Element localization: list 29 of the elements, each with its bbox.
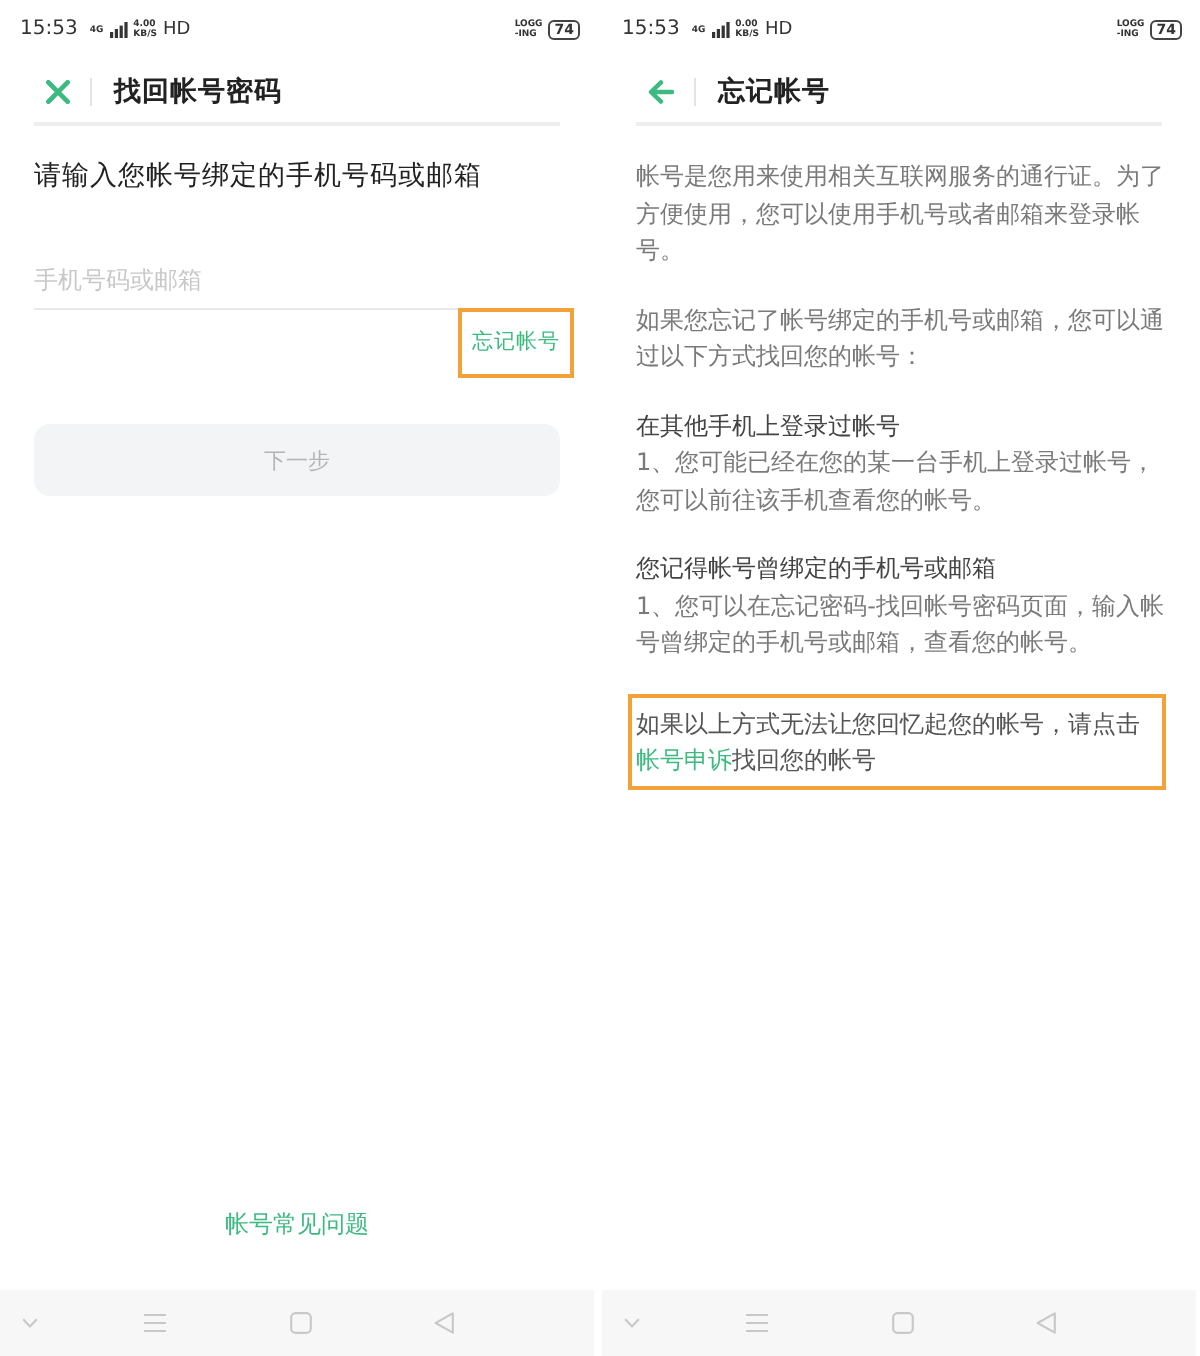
chevron-down-icon[interactable] xyxy=(22,1318,38,1328)
info-paragraph: 如果您忘记了帐号绑定的手机号或邮箱，您可以通过以下方式找回您的帐号： xyxy=(636,303,1166,374)
method-text: 1、您可以在忘记密码-找回帐号密码页面，输入帐号曾绑定的手机号或邮箱，查看您的帐号。 xyxy=(636,589,1166,660)
account-faq-link[interactable]: 帐号常见问题 xyxy=(225,1208,369,1240)
forgot-account-link[interactable]: 忘记帐号 xyxy=(472,328,560,358)
back-triangle-icon[interactable] xyxy=(1036,1312,1056,1334)
signal-icon xyxy=(109,22,128,38)
info-paragraph: 帐号是您用来使用相关互联网服务的通行证。为了方便使用，您可以使用手机号或者邮箱来登录帐号。 xyxy=(636,160,1166,268)
menu-icon[interactable] xyxy=(144,1314,166,1332)
account-appeal-link[interactable]: 帐号申诉 xyxy=(636,746,732,774)
status-time: 15:53 xyxy=(622,18,680,42)
network-label: HD xyxy=(162,20,191,40)
page-title: 找回帐号密码 xyxy=(114,73,282,109)
instruction-text: 请输入您帐号绑定的手机号码或邮箱 xyxy=(34,158,484,196)
network-label: HD xyxy=(764,20,793,40)
method-heading: 在其他手机上登录过帐号 xyxy=(636,409,902,443)
method-text: 1、您可能已经在您的某一台手机上登录过帐号，您可以前往该手机查看您的帐号。 xyxy=(636,446,1158,517)
back-triangle-icon[interactable] xyxy=(434,1312,454,1334)
appeal-note: 如果以上方式无法让您回忆起您的帐号，请点击 帐号申诉找回您的帐号 xyxy=(636,707,1142,778)
page-title: 忘记帐号 xyxy=(718,73,830,109)
chevron-down-icon[interactable] xyxy=(624,1318,640,1328)
signal-icon xyxy=(711,22,730,38)
status-time: 15:53 xyxy=(20,18,78,42)
method-heading: 您记得帐号曾绑定的手机号或邮箱 xyxy=(636,552,998,586)
square-icon[interactable] xyxy=(290,1312,312,1334)
menu-icon[interactable] xyxy=(746,1314,768,1332)
close-icon[interactable] xyxy=(46,79,70,103)
square-icon[interactable] xyxy=(892,1312,914,1334)
back-arrow-icon[interactable] xyxy=(648,79,674,103)
